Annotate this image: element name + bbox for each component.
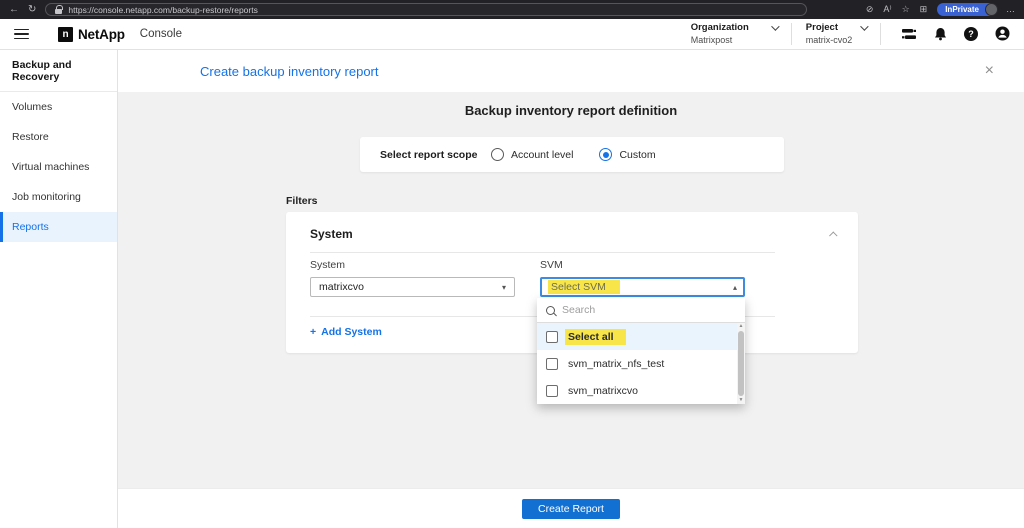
inprivate-label: InPrivate (945, 5, 979, 14)
divider (790, 22, 792, 45)
panel-titlebar: Create backup inventory report × (118, 50, 1024, 92)
back-icon[interactable]: ← (9, 4, 19, 15)
help-icon[interactable]: ? (964, 26, 978, 41)
favorite-icon[interactable]: ☆ (902, 5, 910, 14)
organization-value: Matrixpost (690, 34, 733, 45)
svm-select[interactable]: Select SVM ▴ (540, 277, 745, 297)
address-bar[interactable]: https://console.netapp.com/backup-restor… (45, 3, 808, 16)
close-icon[interactable]: × (985, 63, 994, 79)
browser-menu-icon[interactable]: … (1006, 5, 1015, 14)
radio-icon-unselected[interactable] (491, 148, 504, 161)
project-label: Project (805, 21, 838, 33)
system-field-label: System (310, 259, 346, 271)
browser-profile-avatar[interactable] (985, 3, 998, 16)
radio-custom[interactable]: Custom (599, 148, 656, 161)
radio-account-level[interactable]: Account level (491, 148, 573, 161)
refresh-icon[interactable]: ↻ (28, 4, 36, 15)
svm-dropdown-popup: Select all svm_matrix_nfs_test svm_matri… (537, 298, 745, 404)
create-report-button[interactable]: Create Report (522, 498, 620, 519)
checkbox-icon[interactable] (546, 384, 558, 397)
notifications-bell-icon[interactable] (934, 27, 947, 41)
system-select-value: matrixcvo (319, 281, 364, 293)
plus-icon: + (310, 326, 317, 338)
tracking-prevention-icon[interactable]: ⊘ (866, 5, 874, 14)
organization-label: Organization (690, 21, 749, 33)
screen: ← ↻ https://console.netapp.com/backup-re… (0, 0, 1024, 528)
browser-actions: ⊘ A⁾ ☆ ⊞ InPrivate … (866, 3, 1015, 16)
netapp-mark-icon: n (58, 26, 73, 42)
checkbox-icon[interactable] (546, 357, 558, 370)
lock-icon (55, 4, 64, 14)
svm-search-input[interactable] (562, 304, 736, 316)
svm-field-label: SVM (540, 259, 563, 271)
connector-icon[interactable] (901, 27, 917, 41)
project-selector[interactable]: Project matrix-cvo2 (805, 21, 869, 45)
panel-title: Create backup inventory report (200, 63, 379, 79)
system-select[interactable]: matrixcvo ▾ (310, 277, 515, 297)
radio-icon-selected[interactable] (599, 148, 613, 161)
checkbox-icon[interactable] (546, 330, 558, 343)
organization-selector[interactable]: Organization Matrixpost (690, 21, 780, 45)
sidebar-item-virtual-machines[interactable]: Virtual machines (0, 152, 117, 182)
brand-name: NetApp (78, 26, 125, 42)
svm-option-select-all[interactable]: Select all (537, 323, 745, 350)
project-value: matrix-cvo2 (805, 34, 853, 45)
dropdown-scrollbar[interactable]: ▲ ▼ (737, 323, 745, 404)
svm-field: SVM Select SVM ▴ Search Select all svm_m… (537, 259, 745, 404)
system-card-title: System (310, 227, 353, 241)
report-scope-card: Select report scope Account level Custom (360, 137, 784, 172)
collections-icon[interactable]: ⊞ (920, 5, 928, 14)
add-system-link[interactable]: + Add System (310, 326, 382, 338)
content-area: Create backup inventory report × Backup … (118, 50, 1024, 528)
svm-search-row (537, 298, 745, 323)
scrollbar-thumb[interactable] (738, 331, 744, 396)
sidebar-header-backup-and-recovery[interactable]: Backup and Recovery (0, 50, 117, 92)
system-filter-card: System System matrixcvo ▾ SVM Select SVM… (286, 212, 858, 404)
svm-option-matrixcvo[interactable]: svm_matrixcvo (537, 377, 745, 404)
svm-select-value: Select SVM (548, 280, 620, 294)
sidebar-item-volumes[interactable]: Volumes (0, 92, 117, 122)
browser-toolbar: ← ↻ https://console.netapp.com/backup-re… (0, 0, 1024, 19)
app-header: n NetApp Console Organization Matrixpost… (0, 19, 1024, 50)
chevron-down-icon (860, 22, 869, 32)
svm-option-label: Select all (565, 328, 626, 345)
url-text[interactable]: https://console.netapp.com/backup-restor… (68, 5, 257, 15)
radio-custom-label: Custom (619, 148, 656, 161)
product-name: Console (139, 28, 182, 40)
page-heading: Backup inventory report definition (464, 103, 678, 118)
svm-option-label: svm_matrixcvo (568, 384, 639, 397)
hamburger-menu-icon[interactable] (14, 28, 29, 40)
svm-option-label: svm_matrix_nfs_test (568, 357, 665, 370)
header-right: Organization Matrixpost Project matrix-c… (690, 21, 1010, 45)
svm-option-nfs-test[interactable]: svm_matrix_nfs_test (537, 350, 745, 377)
footer-bar: Create Report (118, 488, 1024, 528)
scroll-down-icon[interactable]: ▼ (739, 397, 744, 404)
svm-options-list: Select all svm_matrix_nfs_test svm_matri… (537, 323, 745, 404)
system-field: System matrixcvo ▾ (310, 259, 515, 297)
scroll-up-icon[interactable]: ▲ (739, 323, 744, 330)
caret-down-icon: ▾ (501, 282, 506, 292)
sidebar-item-job-monitoring[interactable]: Job monitoring (0, 182, 117, 212)
sidebar: Backup and Recovery Volumes Restore Virt… (0, 50, 118, 528)
sidebar-item-restore[interactable]: Restore (0, 122, 117, 152)
filters-section-label: Filters (286, 195, 318, 207)
add-system-label: Add System (321, 326, 382, 338)
account-icon[interactable] (995, 26, 1010, 41)
radio-account-level-label: Account level (511, 148, 574, 161)
netapp-logo: n NetApp (58, 26, 125, 42)
read-aloud-icon[interactable]: A⁾ (883, 5, 891, 14)
inprivate-badge[interactable]: InPrivate (937, 3, 998, 16)
chevron-down-icon (770, 22, 780, 32)
scope-label: Select report scope (380, 148, 478, 161)
search-icon (546, 305, 555, 315)
collapse-chevron-icon[interactable] (829, 225, 838, 243)
divider (880, 22, 881, 45)
sidebar-item-reports[interactable]: Reports (0, 212, 117, 242)
caret-up-icon: ▴ (732, 282, 737, 292)
page-body: Backup inventory report definition Selec… (118, 92, 1024, 488)
